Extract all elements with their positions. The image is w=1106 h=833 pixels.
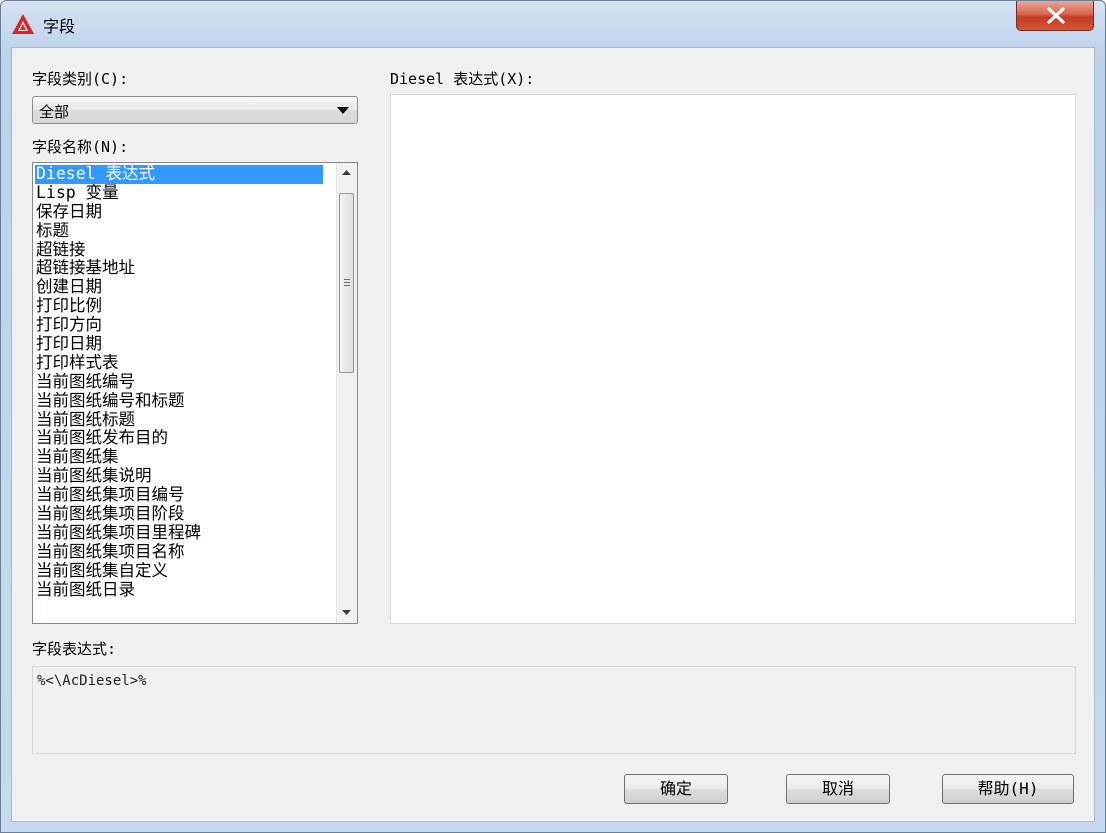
list-item[interactable]: 打印方向: [35, 316, 323, 335]
help-button[interactable]: 帮助(H): [942, 774, 1074, 804]
scroll-thumb[interactable]: [339, 193, 354, 373]
list-item[interactable]: 标题: [35, 221, 323, 241]
ok-button[interactable]: 确定: [624, 774, 728, 804]
list-item[interactable]: 当前图纸集项目名称: [35, 542, 323, 562]
diesel-expression-label: Diesel 表达式(X):: [390, 70, 535, 88]
close-button[interactable]: [1016, 1, 1094, 31]
field-names-list[interactable]: Diesel 表达式 Lisp 变量 保存日期 标题 超链接 超链接基地址 创建日期 打印比例…: [32, 162, 358, 624]
field-names-label: 字段名称(N):: [32, 138, 129, 156]
field-category-value: 全部: [39, 103, 70, 121]
list-item[interactable]: 当前图纸集项目里程碑: [35, 523, 323, 543]
cancel-button[interactable]: 取消: [786, 774, 890, 804]
scroll-up-button[interactable]: [337, 163, 357, 183]
close-icon: [1047, 7, 1065, 24]
list-item[interactable]: 当前图纸编号和标题: [35, 391, 323, 411]
diesel-expression-input[interactable]: [390, 94, 1076, 624]
field-expression-value: %<\AcDiesel>%: [37, 673, 147, 689]
field-dialog: 字段 字段类别(C): 全部 字段名称(N): Diesel 表达式 Lisp 变…: [0, 0, 1106, 833]
list-item[interactable]: 当前图纸编号: [35, 372, 323, 392]
field-category-label: 字段类别(C):: [32, 70, 129, 88]
window-title: 字段: [43, 17, 76, 36]
list-item[interactable]: 当前图纸日录: [35, 580, 323, 600]
list-item[interactable]: 当前图纸集: [35, 448, 323, 467]
list-item[interactable]: 超链接基地址: [35, 259, 323, 278]
list-item[interactable]: 打印日期: [35, 335, 323, 354]
list-item[interactable]: 打印样式表: [35, 353, 323, 373]
list-item[interactable]: Diesel 表达式: [35, 165, 323, 184]
grip-icon: [344, 279, 350, 286]
list-item[interactable]: 超链接: [35, 240, 323, 260]
list-item[interactable]: Lisp 变量: [35, 183, 323, 203]
list-item[interactable]: 当前图纸集项目编号: [35, 486, 323, 505]
scroll-up-icon: [342, 170, 351, 175]
field-expression-box: %<\AcDiesel>%: [32, 666, 1076, 754]
dialog-body: 字段类别(C): 全部 字段名称(N): Diesel 表达式 Lisp 变量 保存…: [11, 47, 1095, 822]
autocad-logo-icon: [12, 14, 34, 34]
list-item[interactable]: 打印比例: [35, 297, 323, 316]
list-item[interactable]: 当前图纸发布目的: [35, 429, 323, 448]
field-category-dropdown[interactable]: 全部: [32, 96, 358, 124]
field-expression-label: 字段表达式:: [32, 640, 117, 658]
scroll-down-icon: [342, 610, 351, 615]
field-names-items: Diesel 表达式 Lisp 变量 保存日期 标题 超链接 超链接基地址 创建日期 打印比例…: [35, 165, 323, 621]
scroll-down-button[interactable]: [337, 603, 357, 623]
chevron-down-icon: [337, 107, 349, 114]
title-bar[interactable]: 字段: [1, 1, 1105, 47]
list-scrollbar[interactable]: [336, 163, 357, 623]
list-item[interactable]: 保存日期: [35, 202, 323, 222]
list-item[interactable]: 创建日期: [35, 278, 323, 297]
list-item[interactable]: 当前图纸标题: [35, 410, 323, 430]
list-item[interactable]: 当前图纸集项目阶段: [35, 505, 323, 524]
list-item[interactable]: 当前图纸集说明: [35, 467, 323, 486]
list-item[interactable]: 当前图纸集自定义: [35, 561, 323, 581]
